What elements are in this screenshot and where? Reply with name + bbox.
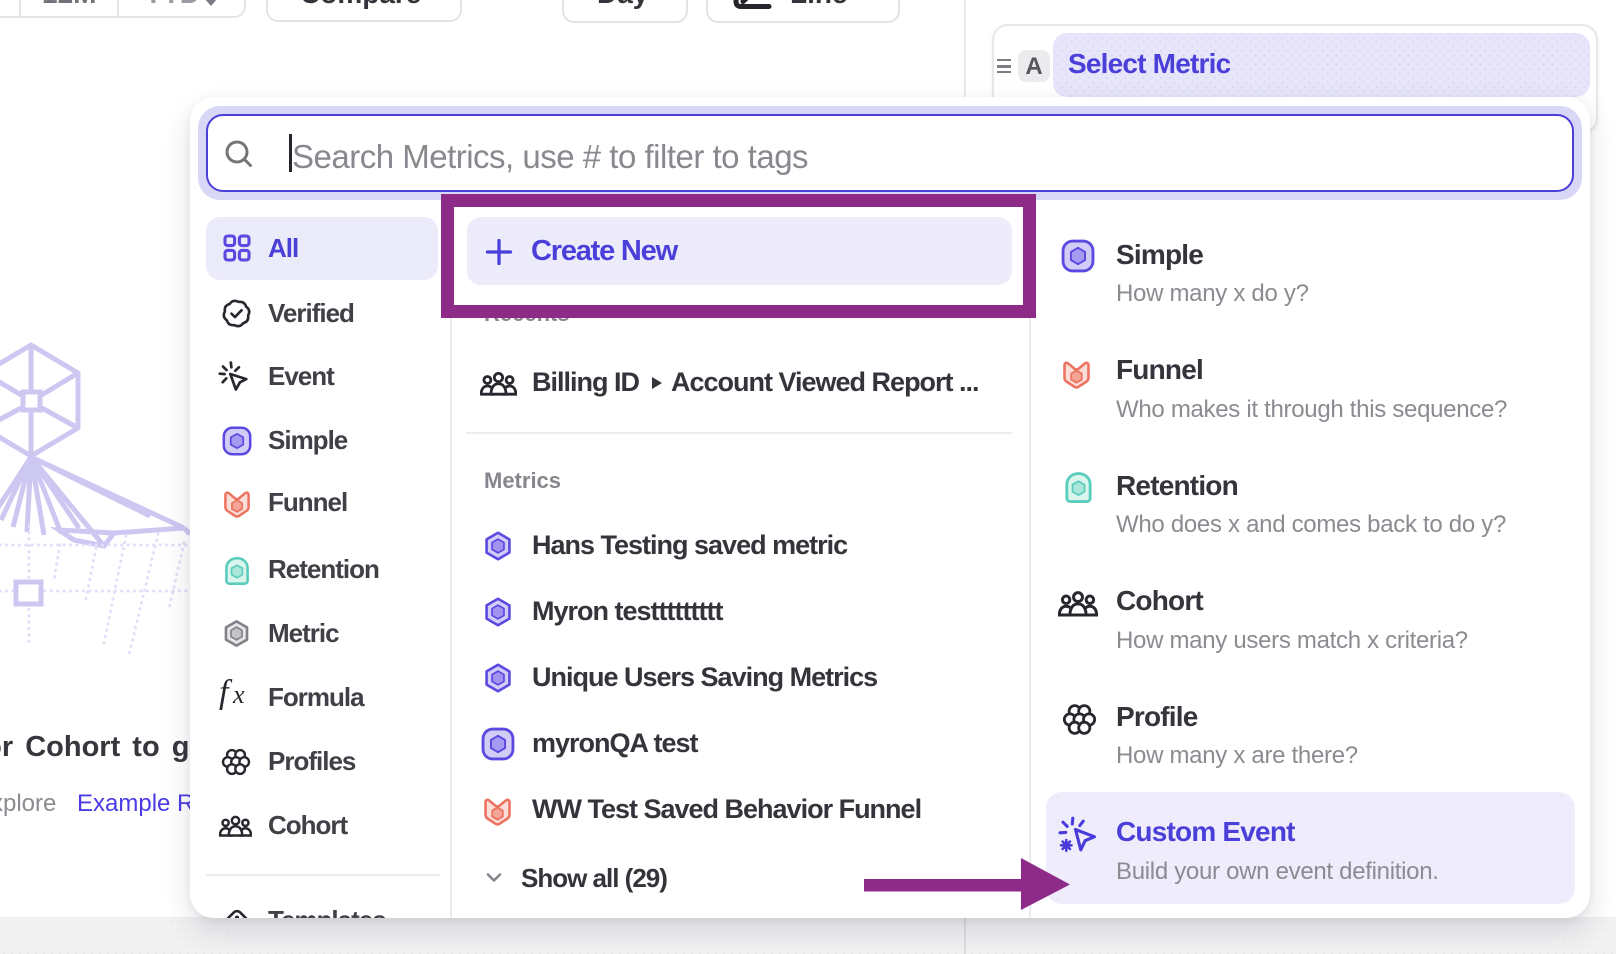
svg-text:f: f: [219, 677, 233, 711]
svg-text:x: x: [232, 680, 245, 709]
